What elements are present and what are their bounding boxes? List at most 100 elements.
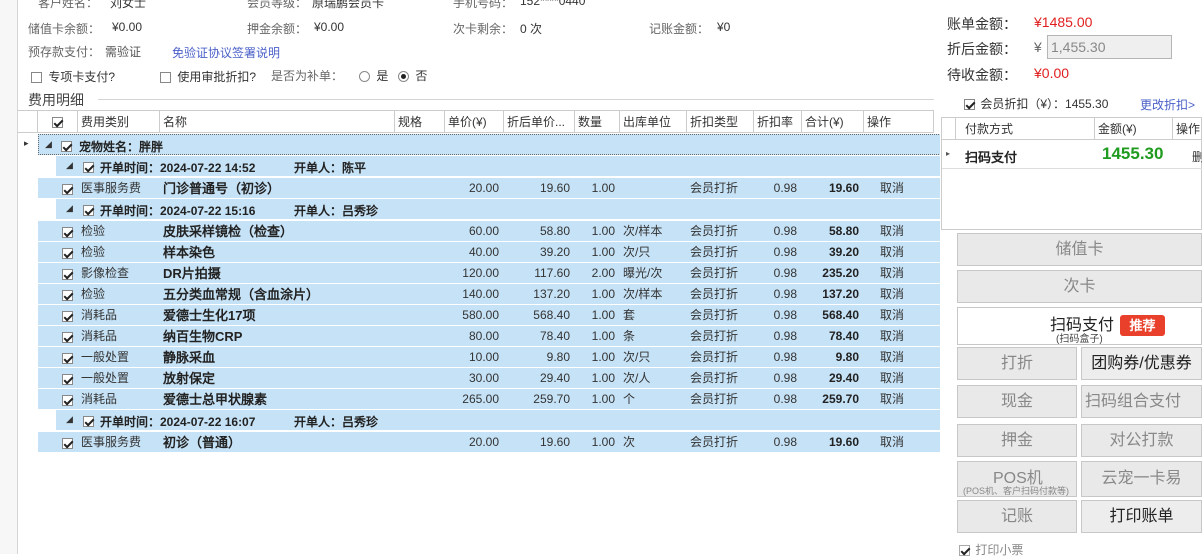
times-card-button[interactable]: 次卡	[957, 270, 1202, 303]
row-checkbox[interactable]	[62, 248, 73, 260]
table-row[interactable]: 检验 样本染色 40.00 39.20 1.00 次/只 会员打折 0.98 39.20 取消	[38, 242, 951, 263]
deposit-button[interactable]: 押金	[957, 424, 1077, 457]
pet-group-row[interactable]: ▸ ◢ 宠物姓名：胖胖	[24, 134, 951, 155]
group-checkbox[interactable]	[83, 205, 94, 217]
table-row[interactable]: 医事服务费 初诊（普通） 20.00 19.60 1.00 次 会员打折 0.98 19.60 取…	[38, 432, 951, 453]
collapse-icon[interactable]: ◢	[66, 160, 73, 171]
column-header-spec[interactable]: 规格	[395, 111, 445, 133]
cell-op[interactable]: 取消	[867, 326, 917, 347]
cell-total: 29.40	[828, 371, 859, 385]
row-checkbox[interactable]	[62, 311, 73, 323]
corporate-transfer-button[interactable]: 对公打款	[1081, 424, 1202, 457]
order-group-row[interactable]: ◢ 开单时间：2024-07-22 16:07 开单人：吕秀珍	[56, 410, 951, 431]
column-header-disc-price[interactable]: 折后单价...	[504, 111, 575, 133]
group-checkbox[interactable]	[83, 162, 94, 174]
pos-button[interactable]: POS机 (POS机、客户扫码付款等)	[957, 461, 1077, 497]
column-header-total[interactable]: 合计(¥)	[802, 111, 864, 133]
column-header-name[interactable]: 名称	[160, 111, 395, 133]
cell-total: 58.80	[828, 224, 859, 238]
collapse-icon[interactable]: ◢	[66, 414, 73, 425]
discount-button[interactable]: 打折	[957, 347, 1077, 380]
column-header-rate[interactable]: 折扣率	[754, 111, 802, 133]
radio-circle[interactable]	[359, 71, 370, 83]
supplement-no-radio[interactable]: 否	[398, 67, 427, 84]
group-checkbox[interactable]	[83, 416, 94, 428]
checkbox-box[interactable]	[160, 72, 171, 84]
table-row[interactable]: 影像检查 DR片拍摄 120.00 117.60 2.00 曝光/次 会员打折 0.98 235…	[38, 263, 951, 284]
checkbox-box[interactable]	[964, 99, 975, 111]
table-row[interactable]: 消耗品 爱德士生化17项 580.00 568.40 1.00 套 会员打折 0.98 568.…	[38, 305, 951, 326]
row-checkbox[interactable]	[62, 438, 73, 450]
cell-op[interactable]: 取消	[867, 347, 917, 368]
row-checkbox[interactable]	[62, 353, 73, 365]
checkbox-box[interactable]	[31, 72, 42, 84]
cell-unit: 次/只	[623, 245, 651, 259]
collapse-icon[interactable]: ◢	[45, 139, 52, 150]
cloud-card-button[interactable]: 云宠一卡易	[1081, 461, 1202, 497]
column-header-disc-type[interactable]: 折扣类型	[687, 111, 754, 133]
order-group-row[interactable]: ◢ 开单时间：2024-07-22 14:52 开单人：陈平	[56, 156, 951, 177]
change-discount-link[interactable]: 更改折扣>	[1140, 96, 1195, 113]
checkbox-box[interactable]	[959, 545, 970, 557]
row-checkbox[interactable]	[62, 395, 73, 407]
cell-op[interactable]: 取消	[867, 178, 917, 199]
column-header-price[interactable]: 单价(¥)	[445, 111, 504, 133]
table-row[interactable]: 检验 皮肤采样镜检（检查） 60.00 58.80 1.00 次/样本 会员打折 0.98 58…	[38, 221, 951, 242]
print-bill-button[interactable]: 打印账单	[1081, 500, 1202, 533]
column-header-unit[interactable]: 出库单位	[620, 111, 687, 133]
account-button[interactable]: 记账	[957, 500, 1077, 533]
column-header-category[interactable]: 费用类别	[78, 111, 160, 133]
cell-qty: 2.00	[591, 266, 615, 280]
payment-delete-button[interactable]: 删	[1192, 148, 1202, 165]
cell-disc-type: 会员打折	[690, 245, 739, 259]
cell-op[interactable]: 取消	[867, 389, 917, 410]
table-row[interactable]: 检验 五分类血常规（含血涂片） 140.00 137.20 1.00 次/样本 会员打折 0.…	[38, 284, 951, 305]
scan-pay-button[interactable]: 扫码支付 (扫码盒子) 推荐	[957, 307, 1202, 345]
cell-op[interactable]: 取消	[867, 368, 917, 389]
table-row[interactable]: 消耗品 爱德士总甲状腺素 265.00 259.70 1.00 个 会员打折 0.98 259.…	[38, 389, 951, 410]
row-checkbox[interactable]	[62, 227, 73, 239]
discounted-amount-field[interactable]: 1,455.30	[1047, 35, 1172, 59]
cell-category: 影像检查	[81, 266, 130, 280]
table-row[interactable]: 医事服务费 门诊普通号（初诊） 20.00 19.60 1.00 会员打折 0.98 19.6…	[38, 178, 951, 199]
table-row[interactable]: 消耗品 纳百生物CRP 80.00 78.40 1.00 条 会员打折 0.98 78.40 取消	[38, 326, 951, 347]
radio-circle[interactable]	[398, 71, 409, 83]
cell-op[interactable]: 取消	[867, 432, 917, 453]
cell-op[interactable]: 取消	[867, 221, 917, 242]
supplement-yes-radio[interactable]: 是	[359, 67, 388, 84]
column-header-qty[interactable]: 数量	[575, 111, 620, 133]
row-checkbox[interactable]	[62, 290, 73, 302]
cell-op[interactable]: 取消	[867, 305, 917, 326]
cell-op[interactable]: 取消	[867, 242, 917, 263]
cell-unit: 次/人	[623, 371, 651, 385]
stored-card-button[interactable]: 储值卡	[957, 233, 1202, 266]
collapse-icon[interactable]: ◢	[66, 203, 73, 214]
cell-price: 140.00	[462, 287, 499, 301]
print-receipt-checkbox[interactable]: 打印小票	[959, 541, 1023, 558]
due-amount: ¥0.00	[1034, 65, 1070, 81]
row-checkbox[interactable]	[62, 332, 73, 344]
column-header-op[interactable]: 操作	[864, 111, 934, 133]
approval-discount-checkbox[interactable]: 使用审批折扣?	[160, 68, 256, 85]
select-all-checkbox[interactable]	[52, 117, 63, 129]
order-group-row[interactable]: ◢ 开单时间：2024-07-22 15:16 开单人：吕秀珍	[56, 199, 951, 220]
payment-row[interactable]: ▸ 扫码支付 1455.30 删	[942, 140, 1202, 169]
row-checkbox[interactable]	[62, 374, 73, 386]
agreement-link[interactable]: 免验证协议签署说明	[172, 44, 280, 61]
stored-balance: ¥0.00	[112, 20, 143, 34]
cash-button[interactable]: 现金	[957, 385, 1077, 418]
table-row[interactable]: 一般处置 放射保定 30.00 29.40 1.00 次/人 会员打折 0.98 29.40 取消	[38, 368, 951, 389]
group-coupon-button[interactable]: 团购券/优惠券	[1081, 347, 1202, 380]
cell-op[interactable]: 取消	[867, 284, 917, 305]
table-row[interactable]: 一般处置 静脉采血 10.00 9.80 1.00 次/只 会员打折 0.98 9.80 取消	[38, 347, 951, 368]
row-checkbox[interactable]	[62, 269, 73, 281]
cell-op[interactable]: 取消	[867, 263, 917, 284]
row-checkbox[interactable]	[62, 184, 73, 196]
pet-checkbox[interactable]	[61, 141, 72, 153]
special-card-checkbox[interactable]: 专项卡支付?	[31, 68, 115, 85]
header-select-all[interactable]	[38, 111, 78, 133]
payment-amount[interactable]: 1455.30	[1102, 144, 1163, 164]
member-discount-checkbox[interactable]: 会员折扣（¥）：1455.30	[964, 95, 1108, 112]
phone: 152****0440	[520, 0, 586, 8]
scan-combo-button[interactable]: 扫码组合支付	[1081, 385, 1202, 418]
